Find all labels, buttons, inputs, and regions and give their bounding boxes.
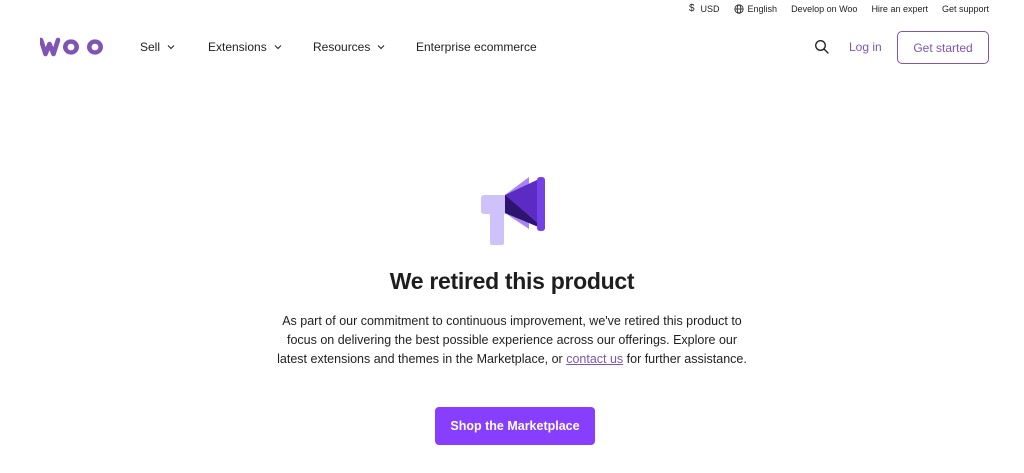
page-title: We retired this product (389, 268, 635, 294)
currency-symbol: $ (688, 3, 695, 14)
chevron-down-icon (167, 45, 175, 50)
utility-bar: $ USD English Develop on Woo Hire an exp… (689, 0, 989, 17)
nav-extensions-label: Extensions (208, 40, 267, 54)
woo-logo[interactable] (40, 37, 107, 57)
get-support-link[interactable]: Get support (942, 4, 989, 14)
megaphone-icon (481, 177, 545, 245)
main-navbar: Sell Extensions Resources Enterprise eco… (0, 30, 1024, 64)
nav-resources[interactable]: Resources (313, 30, 385, 64)
nav-sell-label: Sell (140, 40, 161, 54)
language-label: English (747, 3, 778, 14)
currency-label: USD (700, 3, 720, 14)
body-text-after: for further assistance. (623, 352, 747, 366)
nav-enterprise-label: Enterprise ecommerce (416, 40, 537, 54)
develop-link[interactable]: Develop on Woo (791, 4, 857, 14)
chevron-down-icon (378, 45, 385, 50)
nav-sell[interactable]: Sell (140, 30, 175, 64)
shop-marketplace-button[interactable]: Shop the Marketplace (435, 407, 595, 445)
get-started-button[interactable]: Get started (897, 31, 989, 64)
chevron-down-icon (274, 45, 282, 50)
search-icon[interactable] (814, 39, 830, 55)
language-selector[interactable]: English (733, 3, 778, 14)
nav-resources-label: Resources (313, 40, 371, 54)
nav-extensions[interactable]: Extensions (208, 30, 282, 64)
currency-selector[interactable]: $ USD (689, 3, 720, 14)
contact-us-link[interactable]: contact us (566, 352, 623, 366)
hire-expert-link[interactable]: Hire an expert (871, 4, 928, 14)
globe-icon (733, 3, 744, 14)
login-link[interactable]: Log in (849, 30, 882, 64)
nav-enterprise[interactable]: Enterprise ecommerce (416, 30, 537, 64)
body-paragraph: As part of our commitment to continuous … (272, 312, 752, 369)
